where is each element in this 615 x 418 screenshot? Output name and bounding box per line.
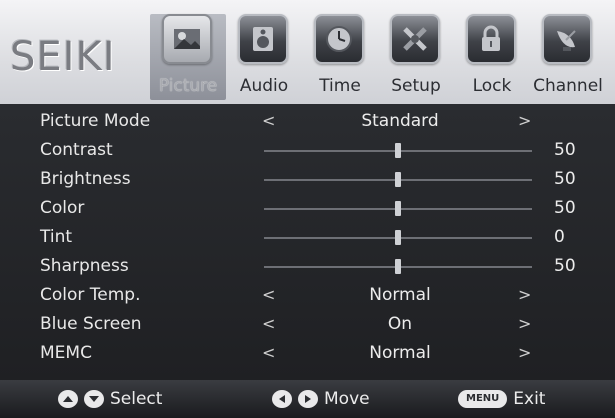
picture-icon xyxy=(162,14,212,64)
brand-logo: SEIKI xyxy=(10,34,116,80)
satellite-dish-icon xyxy=(542,14,592,64)
speaker-icon xyxy=(238,14,288,64)
setting-label: Contrast xyxy=(40,140,113,160)
setting-picture-mode[interactable]: Picture Mode < Standard > xyxy=(0,108,615,137)
setting-label: Tint xyxy=(40,227,73,247)
tab-label: Channel xyxy=(533,76,603,96)
hint-move: Move xyxy=(272,386,370,412)
tv-settings-screen: SEIKI Picture Audio Time Setup Lock Chan… xyxy=(0,0,615,418)
setting-label: Picture Mode xyxy=(40,111,151,131)
tab-label: Time xyxy=(319,76,361,96)
hint-select: Select xyxy=(58,386,162,412)
setting-label: Blue Screen xyxy=(40,314,142,334)
setting-label: MEMC xyxy=(40,343,92,363)
setting-value: 50 xyxy=(554,169,576,189)
setting-value: 0 xyxy=(554,227,565,247)
color-slider-thumb[interactable] xyxy=(395,201,401,216)
tab-setup[interactable]: Setup xyxy=(378,14,454,100)
clock-icon xyxy=(314,14,364,64)
setting-sharpness[interactable]: Sharpness 50 xyxy=(0,253,615,282)
setting-label: Sharpness xyxy=(40,256,129,276)
tab-picture[interactable]: Picture xyxy=(150,14,226,100)
down-arrow-icon xyxy=(84,390,104,408)
chevron-right-icon[interactable]: > xyxy=(518,285,531,304)
contrast-slider-thumb[interactable] xyxy=(395,143,401,158)
picture-settings-list: Picture Mode < Standard > Contrast 50 Br… xyxy=(0,104,615,380)
setting-color[interactable]: Color 50 xyxy=(0,195,615,224)
sharpness-slider-thumb[interactable] xyxy=(395,259,401,274)
chevron-left-icon[interactable]: < xyxy=(262,111,275,130)
menu-key-icon: MENU xyxy=(458,390,508,408)
tab-audio[interactable]: Audio xyxy=(226,14,302,100)
setting-brightness[interactable]: Brightness 50 xyxy=(0,166,615,195)
up-arrow-icon xyxy=(58,390,78,408)
setting-value: Normal xyxy=(369,285,431,305)
hint-label: Select xyxy=(110,389,163,409)
setting-tint[interactable]: Tint 0 xyxy=(0,224,615,253)
setting-label: Color Temp. xyxy=(40,285,141,305)
right-arrow-icon xyxy=(298,390,318,408)
setting-value: 50 xyxy=(554,256,576,276)
setting-blue-screen[interactable]: Blue Screen < On > xyxy=(0,311,615,340)
tint-slider-thumb[interactable] xyxy=(395,230,401,245)
menu-header: SEIKI Picture Audio Time Setup Lock Chan… xyxy=(0,0,615,104)
setting-label: Brightness xyxy=(40,169,131,189)
padlock-icon xyxy=(466,14,516,64)
chevron-right-icon[interactable]: > xyxy=(518,314,531,333)
tab-label: Setup xyxy=(391,76,441,96)
setting-value: 50 xyxy=(554,140,576,160)
footer-hints: Select Move MENU Exit xyxy=(0,380,615,418)
chevron-left-icon[interactable]: < xyxy=(262,314,275,333)
tab-time[interactable]: Time xyxy=(302,14,378,100)
brightness-slider-thumb[interactable] xyxy=(395,172,401,187)
setting-memc[interactable]: MEMC < Normal > xyxy=(0,340,615,369)
setting-label: Color xyxy=(40,198,85,218)
left-arrow-icon xyxy=(272,390,292,408)
category-tabs: Picture Audio Time Setup Lock Channel xyxy=(150,14,610,100)
hint-exit: MENU Exit xyxy=(458,386,545,412)
chevron-left-icon[interactable]: < xyxy=(262,285,275,304)
tab-label: Audio xyxy=(239,76,289,96)
setting-value: Normal xyxy=(369,343,431,363)
hint-label: Move xyxy=(324,389,370,409)
chevron-right-icon[interactable]: > xyxy=(518,343,531,362)
setting-value: Standard xyxy=(361,111,439,131)
hint-label: Exit xyxy=(513,389,546,409)
tools-icon xyxy=(390,14,440,64)
tab-label: Lock xyxy=(472,76,512,96)
setting-contrast[interactable]: Contrast 50 xyxy=(0,137,615,166)
setting-value: On xyxy=(387,314,413,334)
setting-color-temp[interactable]: Color Temp. < Normal > xyxy=(0,282,615,311)
tab-label: Picture xyxy=(158,76,218,96)
chevron-right-icon[interactable]: > xyxy=(518,111,531,130)
tab-lock[interactable]: Lock xyxy=(454,14,530,100)
chevron-left-icon[interactable]: < xyxy=(262,343,275,362)
tab-channel[interactable]: Channel xyxy=(530,14,606,100)
setting-value: 50 xyxy=(554,198,576,218)
